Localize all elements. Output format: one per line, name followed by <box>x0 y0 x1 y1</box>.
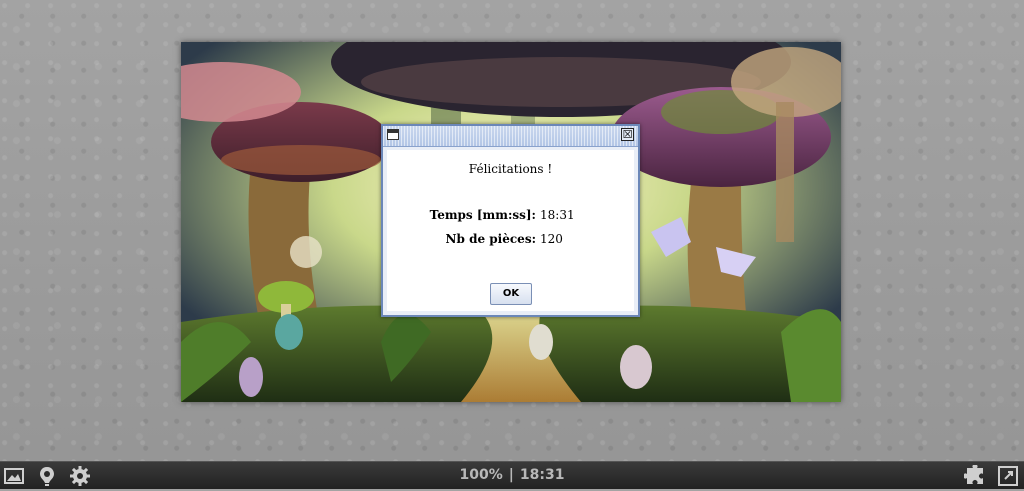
dialog-body: Félicitations ! Temps [mm:ss]: 18:31 Nb … <box>387 150 634 311</box>
window-icon <box>387 129 399 140</box>
close-icon[interactable]: ☒ <box>621 128 634 141</box>
pieces-label: Nb de pièces: <box>445 232 536 246</box>
time-value: 18:31 <box>540 208 575 222</box>
status-readout: 100% | 18:31 <box>0 467 1024 483</box>
ok-button[interactable]: OK <box>490 283 532 305</box>
pieces-value: 120 <box>540 232 563 246</box>
dialog-message: Félicitations ! <box>468 162 553 176</box>
status-separator: | <box>508 467 514 483</box>
elapsed-time: 18:31 <box>519 467 565 483</box>
puzzle-piece-icon[interactable] <box>963 464 986 487</box>
time-row: Temps [mm:ss]: 18:31 <box>387 208 634 224</box>
pieces-row: Nb de pièces: 120 <box>387 232 634 248</box>
congratulations-dialog: ☒ Félicitations ! Temps [mm:ss]: 18:31 N… <box>381 124 640 317</box>
time-label: Temps [mm:ss]: <box>429 208 536 222</box>
zoom-level: 100% <box>459 467 503 483</box>
bottom-toolbar: 100% | 18:31 <box>0 461 1024 489</box>
dialog-titlebar[interactable]: ☒ <box>383 126 638 147</box>
fullscreen-icon[interactable] <box>997 465 1019 487</box>
